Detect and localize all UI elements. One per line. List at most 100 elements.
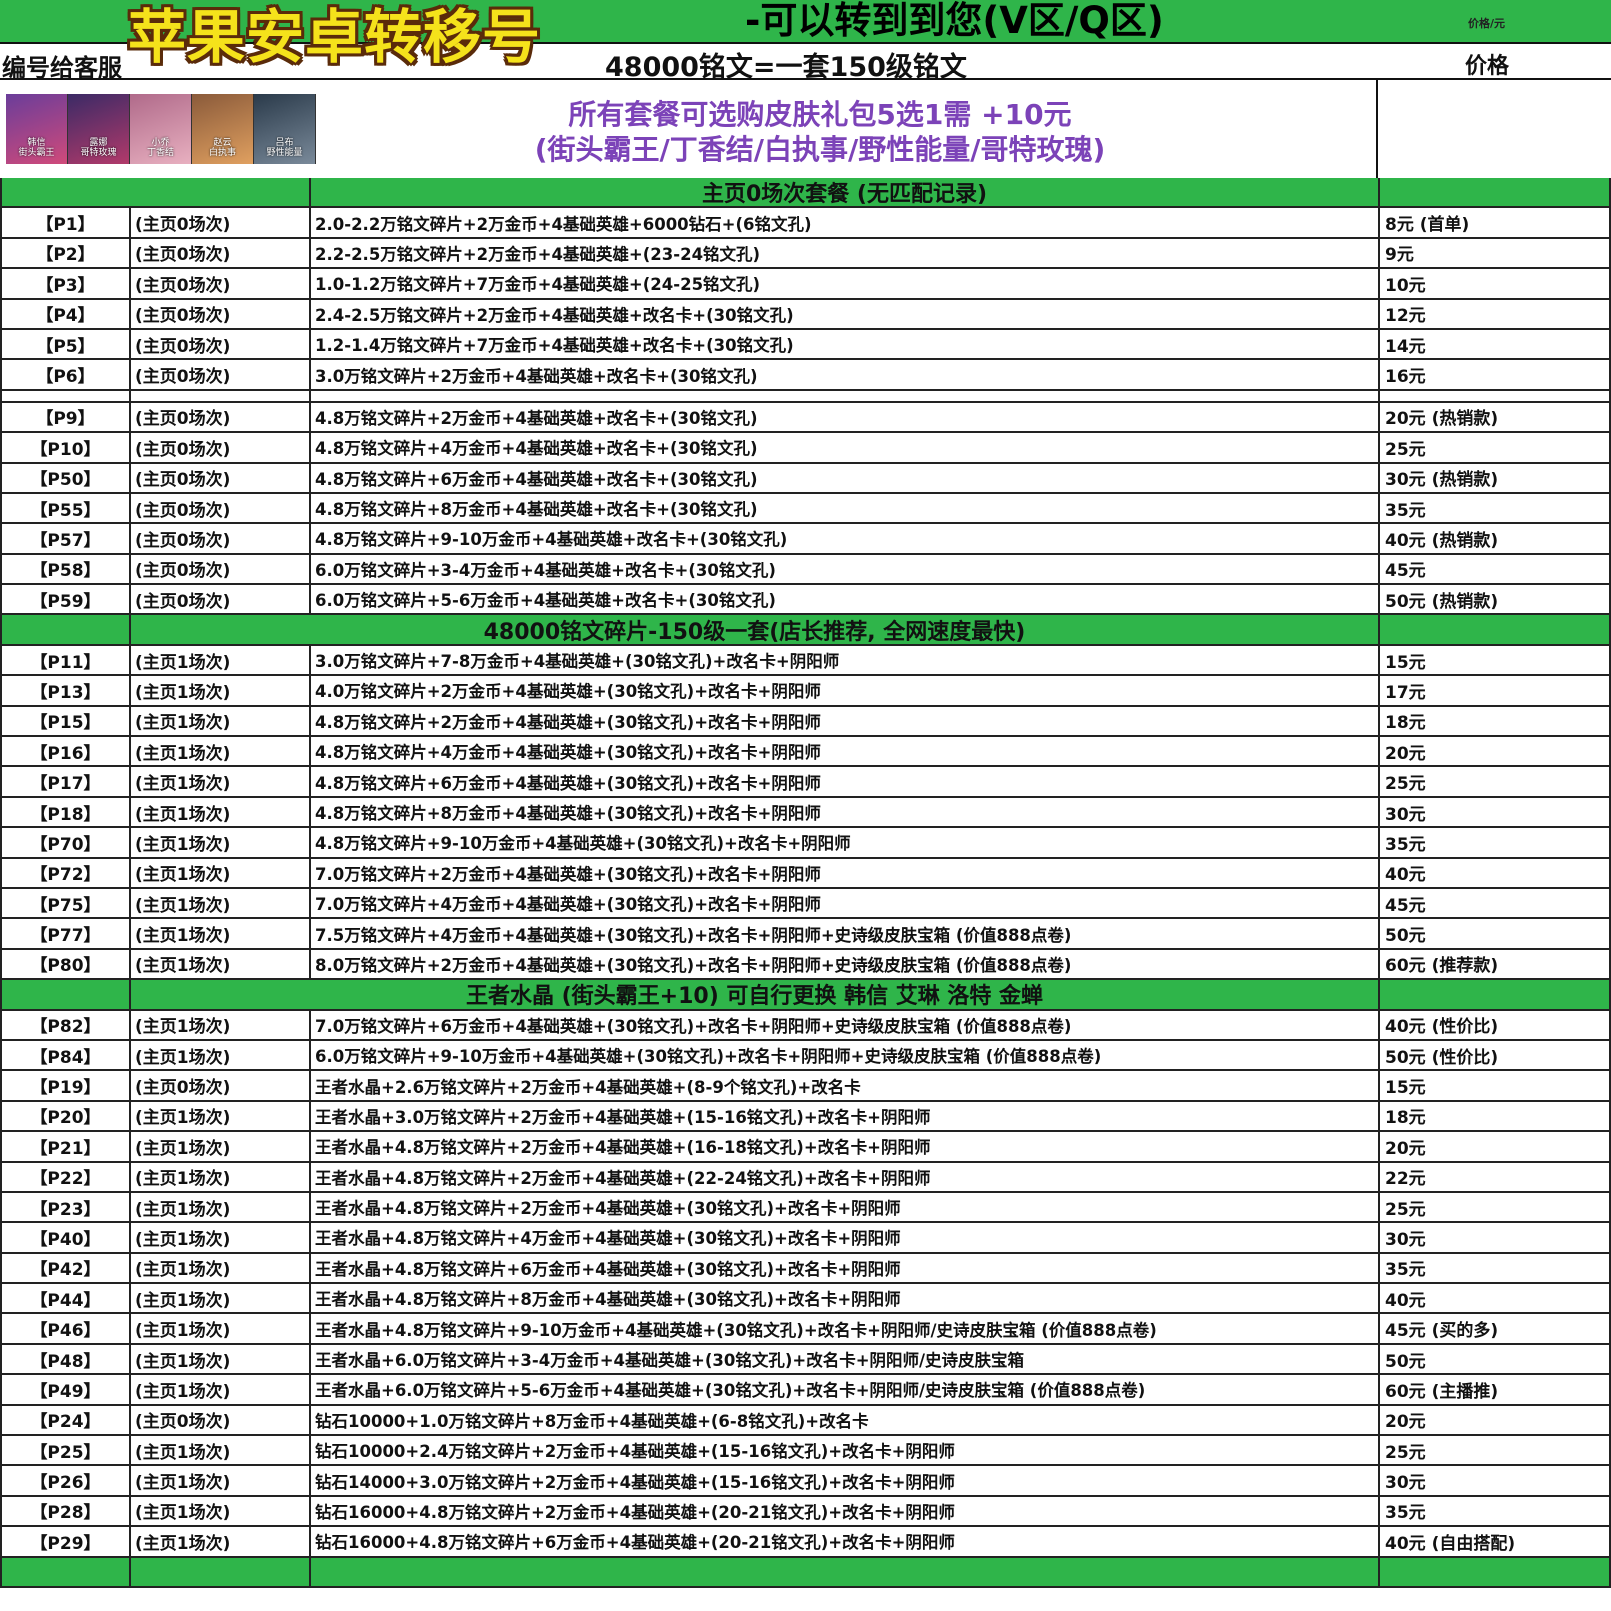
package-code: 【P80】 xyxy=(0,949,129,979)
table-row: 【P15】 (主页1场次) 4.8万铭文碎片+2万金币+4基础英雄+(30铭文孔)+… xyxy=(0,706,1611,738)
match-count-note: (主页1场次) xyxy=(129,737,309,766)
package-code: 【P23】 xyxy=(0,1192,129,1222)
package-price: 20元 xyxy=(1378,737,1611,766)
match-count-note: (主页1场次) xyxy=(129,949,309,979)
package-price: 20元 xyxy=(1378,1405,1611,1435)
match-count-note: (主页0场次) xyxy=(129,402,309,432)
match-count-note: (主页1场次) xyxy=(129,1101,309,1131)
footer-cell xyxy=(1378,1557,1611,1586)
package-code: 【P29】 xyxy=(0,1527,129,1556)
section-header-row: 主页0场次套餐 (无匹配记录) xyxy=(0,178,1611,209)
section-title: 主页0场次套餐 (无匹配记录) xyxy=(309,178,1378,207)
package-contents: 钻石16000+4.8万铭文碎片+2万金币+4基础英雄+(20-21铭文孔)+改… xyxy=(309,1496,1378,1526)
package-price: 18元 xyxy=(1378,1101,1611,1131)
table-row: 【P1】 (主页0场次) 2.0-2.2万铭文碎片+2万金币+4基础英雄+6000钻… xyxy=(0,208,1611,239)
package-contents: 2.0-2.2万铭文碎片+2万金币+4基础英雄+6000钻石+(6铭文孔) xyxy=(309,208,1378,237)
match-count-note: (主页1场次) xyxy=(129,858,309,887)
package-code: 【P75】 xyxy=(0,888,129,918)
section-header-row: 48000铭文碎片-150级一套(店长推荐, 全网速度最快) xyxy=(0,615,1611,646)
package-price: 18元 xyxy=(1378,706,1611,736)
table-row: 【P44】 (主页1场次) 王者水晶+4.8万铭文碎片+8万金币+4基础英雄+(30… xyxy=(0,1284,1611,1315)
package-price: 30元 xyxy=(1378,1466,1611,1495)
package-contents: 钻石10000+1.0万铭文碎片+8万金币+4基础英雄+(6-8铭文孔)+改名卡 xyxy=(309,1405,1378,1435)
package-price: 35元 xyxy=(1378,1496,1611,1526)
column-divider xyxy=(1376,80,1378,178)
table-row: 【P80】 (主页1场次) 8.0万铭文碎片+2万金币+4基础英雄+(30铭文孔)+… xyxy=(0,949,1611,981)
match-count-note: (主页1场次) xyxy=(129,1344,309,1374)
table-row: 【P5】 (主页0场次) 1.2-1.4万铭文碎片+7万金币+4基础英雄+改名卡+(… xyxy=(0,329,1611,361)
table-row: 【P20】 (主页1场次) 王者水晶+3.0万铭文碎片+2万金币+4基础英雄+(15… xyxy=(0,1101,1611,1133)
package-contents: 4.8万铭文碎片+2万金币+4基础英雄+(30铭文孔)+改名卡+阴阳师 xyxy=(309,706,1378,736)
match-count-note: (主页1场次) xyxy=(129,1527,309,1556)
match-count-note: (主页0场次) xyxy=(129,238,309,268)
table-row: 【P17】 (主页1场次) 4.8万铭文碎片+6万金币+4基础英雄+(30铭文孔)+… xyxy=(0,767,1611,798)
table-row: 【P24】 (主页0场次) 钻石10000+1.0万铭文碎片+8万金币+4基础英雄+… xyxy=(0,1405,1611,1437)
promo-line-1: 所有套餐可选购皮肤礼包5选1需 +10元 xyxy=(568,98,1072,131)
match-count-note: (主页1场次) xyxy=(129,1192,309,1222)
package-contents: 4.8万铭文碎片+8万金币+4基础英雄+改名卡+(30铭文孔) xyxy=(309,493,1378,523)
spacer-cell xyxy=(129,390,309,401)
package-contents: 王者水晶+4.8万铭文碎片+4万金币+4基础英雄+(30铭文孔)+改名卡+阴阳师 xyxy=(309,1223,1378,1252)
table-row: 【P10】 (主页0场次) 4.8万铭文碎片+4万金币+4基础英雄+改名卡+(30铭… xyxy=(0,433,1611,464)
match-count-note: (主页1场次) xyxy=(129,1436,309,1465)
package-contents: 8.0万铭文碎片+2万金币+4基础英雄+(30铭文孔)+改名卡+阴阳师+史诗级皮… xyxy=(309,949,1378,979)
package-contents: 王者水晶+6.0万铭文碎片+5-6万金币+4基础英雄+(30铭文孔)+改名卡+阴… xyxy=(309,1375,1378,1404)
match-count-note: (主页0场次) xyxy=(129,493,309,523)
hero-skin-thumbnail: 韩信 街头霸王 xyxy=(6,94,68,164)
match-count-note: (主页0场次) xyxy=(129,554,309,584)
package-price: 40元 xyxy=(1378,1284,1611,1313)
table-row: 【P18】 (主页1场次) 4.8万铭文碎片+8万金币+4基础英雄+(30铭文孔)+… xyxy=(0,797,1611,829)
package-contents: 王者水晶+4.8万铭文碎片+2万金币+4基础英雄+(30铭文孔)+改名卡+阴阳师 xyxy=(309,1192,1378,1222)
package-contents: 钻石10000+2.4万铭文碎片+2万金币+4基础英雄+(15-16铭文孔)+改… xyxy=(309,1436,1378,1465)
package-price: 35元 xyxy=(1378,828,1611,857)
package-code: 【P72】 xyxy=(0,858,129,887)
footer-cell xyxy=(129,1557,309,1586)
table-row: 【P84】 (主页1场次) 6.0万铭文碎片+9-10万金币+4基础英雄+(30铭文… xyxy=(0,1040,1611,1072)
package-contents: 7.0万铭文碎片+4万金币+4基础英雄+(30铭文孔)+改名卡+阴阳师 xyxy=(309,888,1378,918)
match-count-note: (主页0场次) xyxy=(129,269,309,298)
package-price: 20元 (热销款) xyxy=(1378,402,1611,432)
match-count-note: (主页1场次) xyxy=(129,1496,309,1526)
package-code: 【P42】 xyxy=(0,1253,129,1283)
package-code: 【P22】 xyxy=(0,1162,129,1191)
package-contents: 4.8万铭文碎片+8万金币+4基础英雄+(30铭文孔)+改名卡+阴阳师 xyxy=(309,797,1378,827)
match-count-note: (主页0场次) xyxy=(129,299,309,328)
package-price: 35元 xyxy=(1378,493,1611,523)
package-price: 15元 xyxy=(1378,1071,1611,1100)
package-contents: 7.5万铭文碎片+4万金币+4基础英雄+(30铭文孔)+改名卡+阴阳师+史诗级皮… xyxy=(309,919,1378,948)
package-code: 【P16】 xyxy=(0,737,129,766)
package-contents: 王者水晶+4.8万铭文碎片+9-10万金币+4基础英雄+(30铭文孔)+改名卡+… xyxy=(309,1314,1378,1343)
package-contents: 4.8万铭文碎片+4万金币+4基础英雄+(30铭文孔)+改名卡+阴阳师 xyxy=(309,737,1378,766)
price-sheet: 苹果安卓转移号 -可以转到到您(V区/Q区) 价格/元 编号给客服 48000铭… xyxy=(0,0,1611,1611)
match-count-note: (主页0场次) xyxy=(129,1071,309,1100)
table-row: 【P11】 (主页1场次) 3.0万铭文碎片+7-8万金币+4基础英雄+(30铭文孔… xyxy=(0,645,1611,677)
package-price: 40元 (自由搭配) xyxy=(1378,1527,1611,1556)
hero-name: 赵云 xyxy=(213,138,232,148)
package-price: 17元 xyxy=(1378,676,1611,705)
package-code: 【P6】 xyxy=(0,360,129,389)
section-price-blank xyxy=(1378,980,1611,1009)
match-count-note: (主页1场次) xyxy=(129,1040,309,1070)
package-contents: 钻石14000+3.0万铭文碎片+2万金币+4基础英雄+(15-16铭文孔)+改… xyxy=(309,1466,1378,1495)
section-title: 王者水晶 (街头霸王+10) 可自行更换 韩信 艾琳 洛特 金蝉 xyxy=(129,980,1378,1009)
package-contents: 4.8万铭文碎片+6万金币+4基础英雄+改名卡+(30铭文孔) xyxy=(309,463,1378,492)
hero-skin-name: 哥特玫瑰 xyxy=(80,148,117,158)
package-contents: 6.0万铭文碎片+9-10万金币+4基础英雄+(30铭文孔)+改名卡+阴阳师+史… xyxy=(309,1040,1378,1070)
package-price: 30元 xyxy=(1378,797,1611,827)
match-count-note: (主页1场次) xyxy=(129,676,309,705)
package-code: 【P49】 xyxy=(0,1375,129,1404)
promo-area: 韩信 街头霸王 露娜 哥特玫瑰 小乔 丁香结 赵云 白执事 吕布 野性能量 所有套餐可选购皮肤礼包… xyxy=(0,80,1611,178)
footer-cell xyxy=(309,1557,1378,1586)
package-price: 45元 (买的多) xyxy=(1378,1314,1611,1343)
package-contents: 7.0万铭文碎片+6万金币+4基础英雄+(30铭文孔)+改名卡+阴阳师+史诗级皮… xyxy=(309,1010,1378,1039)
section-price-blank xyxy=(1378,178,1611,207)
table-row: 【P29】 (主页1场次) 钻石16000+4.8万铭文碎片+6万金币+4基础英雄+… xyxy=(0,1527,1611,1558)
package-price: 40元 xyxy=(1378,858,1611,887)
match-count-note: (主页1场次) xyxy=(129,645,309,675)
package-contents: 王者水晶+4.8万铭文碎片+2万金币+4基础英雄+(16-18铭文孔)+改名卡+… xyxy=(309,1132,1378,1161)
package-price: 12元 xyxy=(1378,299,1611,328)
package-code: 【P28】 xyxy=(0,1496,129,1526)
hero-skin-name: 白执事 xyxy=(208,148,236,158)
footer-bar xyxy=(0,1557,1611,1588)
table-row: 【P59】 (主页0场次) 6.0万铭文碎片+5-6万金币+4基础英雄+改名卡+(3… xyxy=(0,585,1611,616)
